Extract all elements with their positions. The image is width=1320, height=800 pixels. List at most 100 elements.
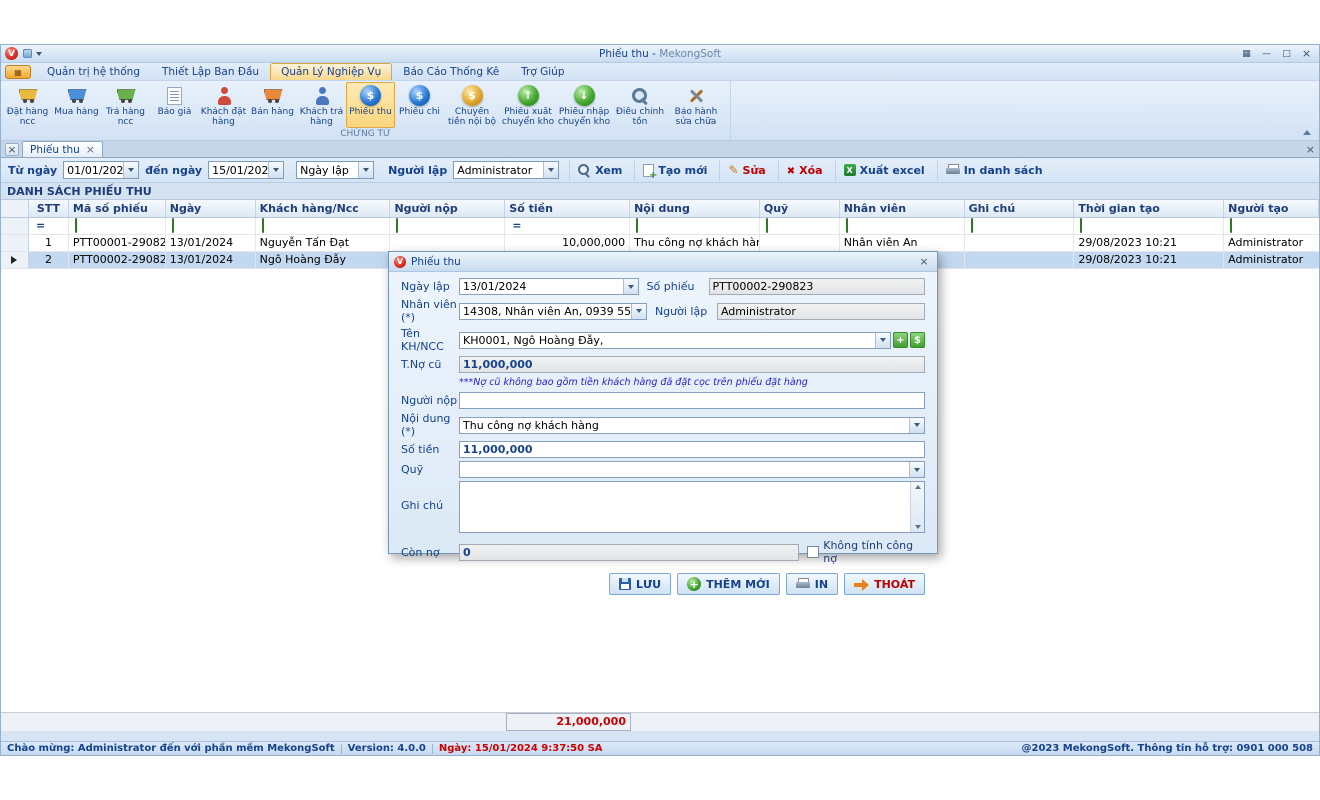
filter-cell-khach[interactable]	[256, 218, 391, 234]
ribbon-item-phieu-nhap-chuyen-kho[interactable]: Phiếu nhập chuyển kho	[556, 82, 612, 128]
filter-cell-tg-tao[interactable]	[1074, 218, 1224, 234]
dropdown-button[interactable]	[358, 162, 373, 178]
quick-access-toolbar[interactable]	[23, 49, 42, 58]
ribbon-item-tra-hang-ncc[interactable]: Trả hàng ncc	[101, 82, 150, 128]
to-date-input[interactable]: 15/01/2024	[208, 161, 284, 179]
maximize-button[interactable]	[1278, 47, 1295, 61]
add-customer-button[interactable]	[893, 332, 908, 348]
quy-select[interactable]	[459, 461, 925, 478]
column-header-ngay[interactable]: Ngày	[166, 200, 256, 217]
column-header-nguoi-tao[interactable]: Người tạo	[1224, 200, 1319, 217]
dropdown-button[interactable]	[623, 279, 638, 294]
nguoi-nop-input[interactable]	[459, 392, 925, 409]
ribbon-item-dat-hang-ncc[interactable]: Đặt hàng ncc	[3, 82, 52, 128]
menu-tab-thiet-lap-ban-dau[interactable]: Thiết Lập Ban Đầu	[151, 63, 270, 80]
ribbon-item-bao-gia[interactable]: Báo giá	[150, 82, 199, 128]
ribbon-item-mua-hang[interactable]: Mua hàng	[52, 82, 101, 128]
scroll-up-icon[interactable]	[915, 485, 921, 489]
so-tien-input[interactable]: 11,000,000	[459, 441, 925, 458]
edit-button[interactable]: Sửa	[719, 160, 773, 181]
menu-tab-quan-ly-nghiep-vu[interactable]: Quản Lý Nghiệp Vụ	[270, 63, 392, 80]
filter-cell-nguoi-nop[interactable]	[390, 218, 505, 234]
table-row[interactable]: 1 PTT00001-290823 13/01/2024 Nguyễn Tấn …	[1, 235, 1319, 252]
print-list-button[interactable]: In danh sách	[937, 160, 1051, 181]
menu-tab-tro-giup[interactable]: Trợ Giúp	[510, 63, 575, 80]
dialog-title-bar[interactable]: V Phiếu thu	[389, 252, 937, 272]
menu-tab-bao-cao-thong-ke[interactable]: Báo Cáo Thống Kê	[392, 63, 510, 80]
ribbon-collapse-icon[interactable]	[1303, 130, 1311, 135]
tabstrip-close-icon[interactable]	[1306, 143, 1315, 156]
view-button[interactable]: Xem	[569, 160, 630, 181]
ten-kh-select[interactable]: KH0001, Ngô Hoàng Đẫy,	[459, 332, 891, 349]
filter-cell-so-tien[interactable]: =	[505, 218, 630, 234]
dropdown-button[interactable]	[909, 462, 924, 477]
filter-cell-ma[interactable]	[69, 218, 166, 234]
column-header-noi-dung[interactable]: Nội dung	[630, 200, 760, 217]
column-header-ghi-chu[interactable]: Ghi chú	[965, 200, 1075, 217]
ribbon-item-phieu-thu[interactable]: Phiếu thu	[346, 82, 395, 128]
cart-icon	[67, 88, 87, 103]
chevron-down-icon[interactable]	[36, 52, 42, 56]
dialog-close-button[interactable]	[916, 255, 932, 269]
ribbon-item-chuyen-tien-noi-bo[interactable]: Chuyển tiền nội bộ	[444, 82, 500, 128]
quick-access-icon[interactable]	[23, 49, 32, 58]
ribbon-item-phieu-chi[interactable]: Phiếu chi	[395, 82, 444, 128]
dropdown-button[interactable]	[268, 162, 283, 178]
ngay-lap-input[interactable]: 13/01/2024	[459, 278, 639, 295]
dropdown-button[interactable]	[543, 162, 558, 178]
column-header-nguoi-nop[interactable]: Người nộp	[390, 200, 505, 217]
khong-tinh-cong-no-checkbox[interactable]	[807, 546, 819, 558]
tab-close-icon[interactable]	[86, 143, 95, 156]
filter-cell-ghi-chu[interactable]	[965, 218, 1075, 234]
nhan-vien-select[interactable]: 14308, Nhân viên An, 0939 55 11 90	[459, 303, 647, 320]
column-header-so-tien[interactable]: Số tiền	[505, 200, 630, 217]
filter-cell-nguoi-tao[interactable]	[1224, 218, 1319, 234]
ribbon-item-khach-tra-hang[interactable]: Khách trả hàng	[297, 82, 346, 128]
ribbon-item-khach-dat-hang[interactable]: Khách đặt hàng	[199, 82, 248, 128]
dropdown-button[interactable]	[909, 418, 924, 433]
from-date-input[interactable]: 01/01/2024	[63, 161, 139, 179]
skin-selector-button[interactable]	[5, 65, 31, 79]
exit-button[interactable]: THOÁT	[844, 573, 925, 595]
delete-button[interactable]: Xóa	[778, 160, 831, 181]
noi-dung-select[interactable]: Thu công nợ khách hàng	[459, 417, 925, 434]
cell-nguoi-nop	[390, 235, 505, 251]
layout-icon[interactable]	[1238, 47, 1255, 61]
menu-tab-quan-tri-he-thong[interactable]: Quản trị hệ thống	[36, 63, 151, 80]
dropdown-button[interactable]	[631, 304, 646, 319]
refresh-debt-button[interactable]	[910, 332, 925, 348]
filter-cell-noi-dung[interactable]	[630, 218, 760, 234]
dropdown-button[interactable]	[875, 333, 890, 348]
close-tab-button[interactable]	[5, 143, 19, 156]
column-header-quy[interactable]: Quỹ	[760, 200, 840, 217]
date-type-select[interactable]: Ngày lập	[296, 161, 374, 179]
ribbon-item-ban-hang[interactable]: Bán hàng	[248, 82, 297, 128]
print-button[interactable]: IN	[786, 573, 838, 595]
ribbon-item-dieu-chinh-ton[interactable]: Điều chỉnh tồn	[612, 82, 668, 128]
ribbon-item-phieu-xuat-chuyen-kho[interactable]: Phiếu xuất chuyển kho	[500, 82, 556, 128]
filter-cell-quy[interactable]	[760, 218, 840, 234]
dialog-title: Phiếu thu	[411, 256, 916, 268]
filter-cell-nhan-vien[interactable]	[840, 218, 965, 234]
create-new-button[interactable]: Tạo mới	[634, 160, 715, 181]
column-header-ma-so-phieu[interactable]: Mã số phiếu	[69, 200, 166, 217]
save-button[interactable]: LƯU	[609, 573, 671, 595]
column-header-stt[interactable]: STT	[29, 200, 69, 217]
creator-select[interactable]: Administrator	[453, 161, 559, 179]
scroll-down-icon[interactable]	[915, 525, 921, 529]
column-header-thoi-gian-tao[interactable]: Thời gian tạo	[1074, 200, 1224, 217]
export-excel-button[interactable]: Xuất excel	[835, 160, 933, 181]
tab-phieu-thu[interactable]: Phiếu thu	[22, 141, 103, 157]
minimize-button[interactable]	[1258, 47, 1275, 61]
add-new-button[interactable]: THÊM MỚI	[677, 573, 780, 595]
column-header-nhan-vien[interactable]: Nhân viên	[840, 200, 965, 217]
filter-icon	[396, 218, 398, 233]
close-button[interactable]	[1298, 47, 1315, 61]
column-header-khach-hang[interactable]: Khách hàng/Ncc	[256, 200, 391, 217]
ghi-chu-textarea[interactable]	[459, 481, 925, 533]
scrollbar[interactable]	[910, 482, 924, 532]
filter-cell-stt[interactable]: =	[29, 218, 69, 234]
filter-cell-ngay[interactable]	[166, 218, 256, 234]
dropdown-button[interactable]	[123, 162, 138, 178]
ribbon-item-bao-hanh-sua-chua[interactable]: Bảo hành sửa chữa	[668, 82, 724, 128]
